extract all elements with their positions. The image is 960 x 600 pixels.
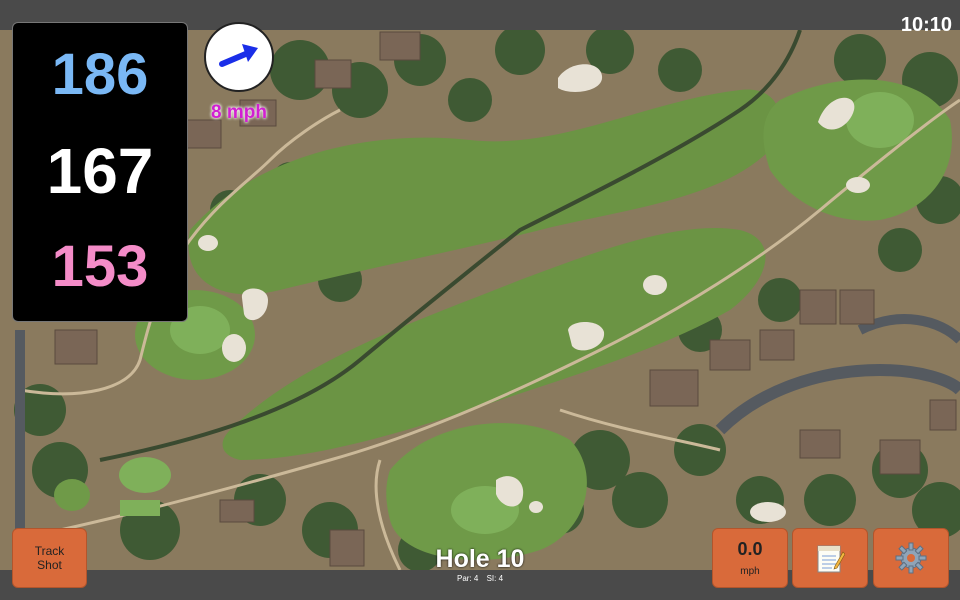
- track-shot-label-line2: Shot: [37, 558, 62, 572]
- distance-front: 153: [51, 233, 149, 299]
- track-shot-button[interactable]: Track Shot: [12, 528, 87, 588]
- arrow-icon: [219, 44, 258, 67]
- hole-title: Hole 10: [435, 545, 525, 573]
- notepad-icon: [817, 545, 845, 573]
- clock: 10:10: [900, 14, 952, 36]
- distance-middle: 167: [46, 134, 154, 207]
- hole-subinfo: Par: 4 SI: 4: [380, 574, 580, 583]
- hole-par: Par: 4: [456, 574, 479, 583]
- notes-button[interactable]: [792, 528, 868, 588]
- distance-back: 186: [51, 42, 149, 108]
- golf-gps-screen: 10:10 186 167 153 8 mph Track Shot Hole …: [0, 0, 960, 600]
- wind-dial: [204, 22, 274, 92]
- speed-unit: mph: [740, 566, 760, 577]
- hole-info: Hole 10 Par: 4 SI: 4: [380, 545, 580, 584]
- hole-si: SI: 4: [486, 574, 504, 583]
- track-shot-label-line1: Track: [34, 543, 65, 558]
- speed-button[interactable]: 0.0 mph: [712, 528, 788, 588]
- distance-panel: 186 167 153: [12, 22, 188, 322]
- speed-value: 0.0: [737, 539, 763, 559]
- wind-indicator[interactable]: 8 mph: [202, 22, 276, 124]
- wind-speed-label: 8 mph: [211, 102, 267, 123]
- settings-button[interactable]: [873, 528, 949, 588]
- gear-icon: [895, 542, 927, 574]
